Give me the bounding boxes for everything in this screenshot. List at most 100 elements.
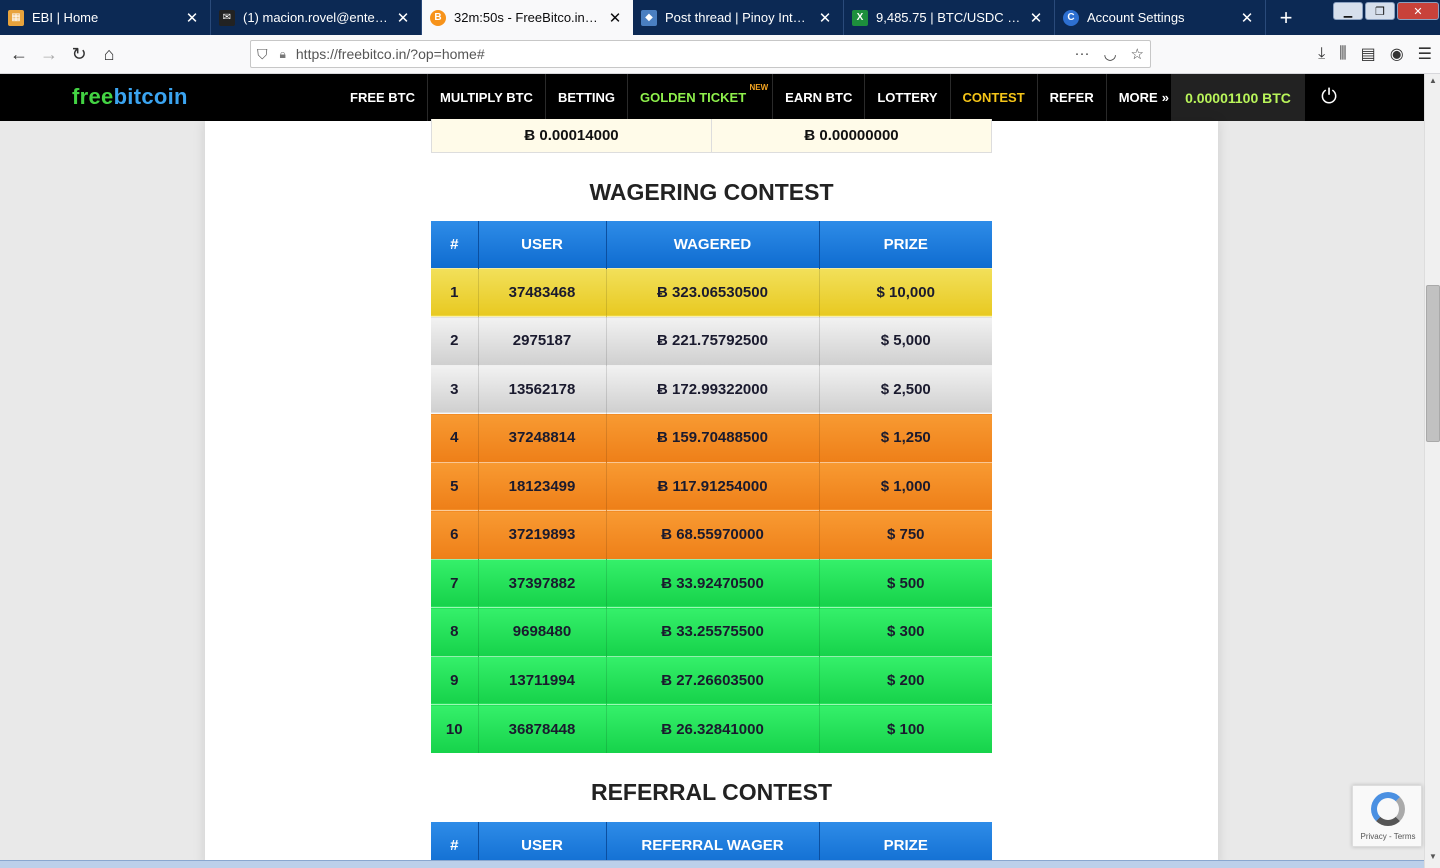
col-user: USER bbox=[478, 221, 607, 268]
window-close-icon[interactable]: ✕ bbox=[1397, 2, 1439, 20]
new-tab-icon[interactable]: + bbox=[1270, 0, 1302, 35]
browser-tab-strip: ▦ EBI | Home ✕ ✉ (1) macion.rovel@enterp… bbox=[0, 0, 1440, 35]
scroll-down-icon[interactable]: ▼ bbox=[1425, 852, 1440, 866]
user-cell: 13711994 bbox=[478, 655, 607, 705]
power-logout-icon[interactable]: ⏻ bbox=[1306, 74, 1352, 121]
home-icon[interactable]: ⌂ bbox=[94, 39, 124, 69]
rank-cell: 2 bbox=[431, 316, 479, 365]
menu-lottery[interactable]: LOTTERY bbox=[865, 74, 951, 121]
prize-cell: $ 500 bbox=[819, 558, 992, 608]
close-tab-icon[interactable]: ✕ bbox=[1028, 9, 1044, 27]
table-row: 3 13562178 Ƀ 172.99322000 $ 2,500 bbox=[431, 364, 992, 414]
account-icon[interactable]: ◉ bbox=[1390, 44, 1404, 64]
recaptcha-icon bbox=[1371, 792, 1405, 826]
more-actions-icon[interactable]: ··· bbox=[1074, 45, 1089, 63]
user-cell: 13562178 bbox=[478, 364, 607, 414]
prize-cell: $ 1,250 bbox=[819, 413, 992, 462]
btc-balance: 0.00001100 BTC bbox=[1171, 74, 1305, 121]
scroll-up-icon[interactable]: ▲ bbox=[1425, 76, 1440, 90]
download-icon[interactable]: ⤓ bbox=[1318, 45, 1325, 63]
menu-free-btc[interactable]: FREE BTC bbox=[338, 74, 428, 121]
browser-tab[interactable]: C Account Settings ✕ bbox=[1055, 0, 1266, 35]
col-wagered: WAGERED bbox=[606, 221, 820, 268]
col-rank: # bbox=[431, 221, 479, 268]
browser-tab[interactable]: ▦ EBI | Home ✕ bbox=[0, 0, 211, 35]
table-header-row: # USER WAGERED PRIZE bbox=[431, 221, 992, 268]
user-cell: 2975187 bbox=[478, 316, 607, 365]
tab-title: Post thread | Pinoy Internet a bbox=[665, 10, 811, 25]
menu-multiply-btc[interactable]: MULTIPLY BTC bbox=[428, 74, 546, 121]
shield-icon[interactable]: ⛉ bbox=[257, 46, 268, 63]
wagered-cell: Ƀ 117.91254000 bbox=[606, 461, 820, 511]
main-menu: FREE BTC MULTIPLY BTC BETTING GOLDEN TIC… bbox=[338, 74, 1182, 121]
table-row: 8 9698480 Ƀ 33.25575500 $ 300 bbox=[431, 607, 992, 656]
close-tab-icon[interactable]: ✕ bbox=[1239, 9, 1255, 27]
tab-title: Account Settings bbox=[1087, 10, 1185, 25]
browser-tab[interactable]: ◆ Post thread | Pinoy Internet a ✕ bbox=[633, 0, 844, 35]
forward-icon[interactable]: → bbox=[34, 39, 64, 69]
table-row: 4 37248814 Ƀ 159.70488500 $ 1,250 bbox=[431, 413, 992, 462]
browser-tab[interactable]: ✉ (1) macion.rovel@enterprise ✕ bbox=[211, 0, 422, 35]
menu-contest[interactable]: CONTEST bbox=[951, 74, 1038, 121]
close-tab-icon[interactable]: ✕ bbox=[395, 9, 411, 27]
table-row: 2 2975187 Ƀ 221.75792500 $ 5,000 bbox=[431, 316, 992, 365]
close-tab-icon[interactable]: ✕ bbox=[607, 9, 623, 27]
chevron-down-icon: » bbox=[1161, 90, 1169, 105]
lock-icon[interactable]: 🔒︎ bbox=[280, 47, 286, 62]
prize-cell: $ 100 bbox=[819, 704, 992, 753]
user-cell: 9698480 bbox=[478, 607, 607, 656]
pocket-icon[interactable]: ◡ bbox=[1103, 45, 1116, 63]
rank-cell: 8 bbox=[431, 607, 479, 656]
back-icon[interactable]: ← bbox=[4, 39, 34, 69]
restore-icon[interactable]: ❐ bbox=[1365, 2, 1395, 20]
prize-cell: $ 5,000 bbox=[819, 316, 992, 365]
rank-cell: 4 bbox=[431, 413, 479, 462]
close-tab-icon[interactable]: ✕ bbox=[817, 9, 833, 27]
site-logo[interactable]: freebitcoin bbox=[72, 84, 188, 110]
mail-icon: ✉ bbox=[219, 9, 235, 26]
wagering-contest-table: # USER WAGERED PRIZE 1 37483468 Ƀ 323.06… bbox=[431, 221, 992, 753]
referral-contest-title: REFERRAL CONTEST bbox=[590, 779, 833, 805]
user-cell: 37483468 bbox=[478, 267, 607, 317]
summary-right-value: Ƀ 0.00000000 bbox=[804, 127, 899, 144]
new-badge: NEW bbox=[749, 83, 769, 92]
prize-cell: $ 1,000 bbox=[819, 461, 992, 511]
library-icon[interactable]: ⫼ bbox=[1339, 45, 1346, 63]
wagered-cell: Ƀ 172.99322000 bbox=[606, 364, 820, 414]
menu-icon[interactable]: ☰ bbox=[1418, 44, 1432, 64]
user-cell: 37219893 bbox=[478, 510, 607, 559]
address-bar[interactable]: ⛉ 🔒︎ https://freebitco.in/?op=home# ··· … bbox=[250, 40, 1151, 68]
page-scrollbar[interactable]: ▲ ▼ bbox=[1424, 74, 1440, 868]
grid-app-icon: ▦ bbox=[8, 9, 24, 26]
close-tab-icon[interactable]: ✕ bbox=[184, 9, 200, 27]
bitcoin-icon: B bbox=[430, 9, 446, 26]
window-controls: ▁ ❐ ✕ bbox=[1332, 0, 1440, 22]
recaptcha-badge[interactable]: Privacy - Terms bbox=[1352, 785, 1422, 847]
sidebar-icon[interactable]: ▤ bbox=[1361, 44, 1376, 64]
menu-betting[interactable]: BETTING bbox=[546, 74, 628, 121]
recaptcha-terms[interactable]: Privacy - Terms bbox=[1353, 832, 1423, 841]
rank-cell: 1 bbox=[431, 267, 479, 317]
col-prize: PRIZE bbox=[819, 221, 992, 268]
bookmark-star-icon[interactable]: ☆ bbox=[1131, 45, 1144, 63]
minimize-icon[interactable]: ▁ bbox=[1333, 2, 1363, 20]
prize-cell: $ 2,500 bbox=[819, 364, 992, 414]
cube-icon: ◆ bbox=[641, 9, 657, 26]
scroll-thumb[interactable] bbox=[1426, 285, 1440, 442]
wagered-cell: Ƀ 33.25575500 bbox=[606, 607, 820, 656]
url-text[interactable]: https://freebitco.in/?op=home# bbox=[296, 46, 485, 62]
wagered-cell: Ƀ 27.26603500 bbox=[606, 655, 820, 705]
spreadsheet-icon: X bbox=[852, 9, 868, 26]
menu-golden-ticket[interactable]: GOLDEN TICKET NEW bbox=[628, 74, 774, 121]
tab-title: (1) macion.rovel@enterprise bbox=[243, 10, 389, 25]
coin-icon: C bbox=[1063, 9, 1079, 26]
reload-icon[interactable]: ↻ bbox=[64, 39, 94, 69]
tab-title: EBI | Home bbox=[32, 10, 99, 25]
menu-earn-btc[interactable]: EARN BTC bbox=[773, 74, 866, 121]
rank-cell: 6 bbox=[431, 510, 479, 559]
browser-tab[interactable]: X 9,485.75 | BTC/USDC | Buy Bi ✕ bbox=[844, 0, 1055, 35]
table-row: 5 18123499 Ƀ 117.91254000 $ 1,000 bbox=[431, 461, 992, 511]
browser-tab-active[interactable]: B 32m:50s - FreeBitco.in - Win ✕ bbox=[422, 0, 633, 35]
site-header: freebitcoin FREE BTC MULTIPLY BTC BETTIN… bbox=[0, 74, 1424, 121]
menu-refer[interactable]: REFER bbox=[1038, 74, 1107, 121]
